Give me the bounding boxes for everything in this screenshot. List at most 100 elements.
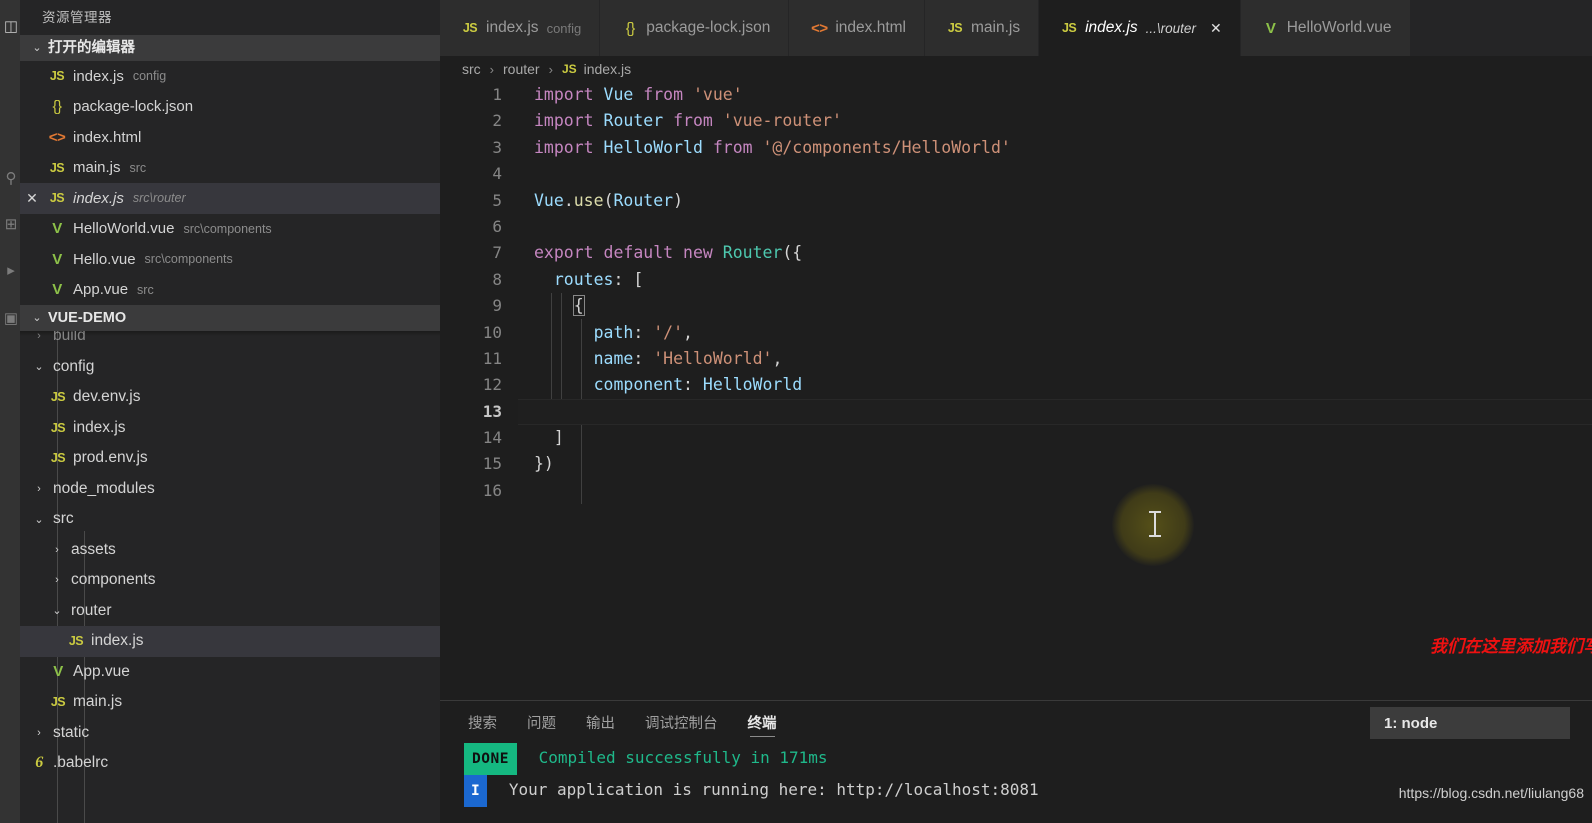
open-editor-name: package-lock.json — [73, 98, 194, 116]
json-file-icon: {} — [625, 19, 636, 37]
red-annotation-text: 我们在这里添加我们写的路由 — [1430, 637, 1592, 657]
tree-item-label: src — [53, 510, 74, 528]
tree-item-label: .babelrc — [53, 754, 109, 772]
js-file-icon: JS — [50, 420, 66, 435]
tab-desc: ...\router — [1145, 20, 1196, 36]
explorer-sidebar: 资源管理器 ⌄ 打开的编辑器 JS index.js config {} pac… — [20, 0, 440, 823]
source-control-icon[interactable]: ⊞ — [2, 216, 20, 234]
panel-tab-problems[interactable]: 问题 — [523, 701, 560, 743]
babel-file-icon: 6 — [35, 754, 43, 772]
open-editor-desc: src\components — [144, 252, 233, 267]
tree-item-src[interactable]: ⌄ src — [20, 504, 440, 535]
open-editor-name: index.html — [73, 128, 142, 146]
tree-item-router[interactable]: ⌄ router — [20, 596, 440, 627]
tab-label: package-lock.json — [646, 19, 771, 36]
open-editor-name: main.js — [73, 159, 121, 177]
line-content: routes: [ — [553, 269, 644, 289]
open-editor-item[interactable]: JS main.js src — [20, 153, 440, 184]
tree-item-router-index-js[interactable]: JS index.js — [20, 626, 440, 657]
open-editor-desc: src\router — [132, 191, 186, 206]
debug-icon[interactable]: ▸ — [2, 262, 20, 280]
tab-index-js-config[interactable]: JS index.js config — [440, 0, 601, 56]
code-line: 3 import HelloWorld from '@/components/H… — [440, 135, 1592, 161]
chevron-right-icon: › — [548, 61, 553, 77]
tab-label: main.js — [971, 19, 1021, 36]
html-file-icon: <> — [48, 128, 66, 146]
tab-index-js-router-active[interactable]: JS index.js ...\router ✕ — [1039, 0, 1241, 56]
project-header[interactable]: ⌄ VUE-DEMO — [20, 305, 440, 331]
files-icon[interactable]: ◫ — [2, 18, 20, 36]
js-file-icon: JS — [49, 69, 65, 84]
open-editor-item[interactable]: V Hello.vue src\components — [20, 244, 440, 275]
tree-item-label: components — [71, 571, 156, 589]
line-content — [518, 478, 534, 504]
tree-item-prod-env-js[interactable]: JS prod.env.js — [20, 443, 440, 474]
code-line: 15 }) — [440, 451, 1592, 477]
vue-file-icon: V — [1265, 19, 1276, 37]
breadcrumb-part-router[interactable]: router — [503, 61, 540, 77]
open-editors-header[interactable]: ⌄ 打开的编辑器 — [20, 35, 440, 61]
chevron-down-icon: ⌄ — [32, 312, 42, 324]
tab-package-lock-json[interactable]: {} package-lock.json — [600, 0, 790, 56]
open-editor-item-active[interactable]: ✕ JS index.js src\router — [20, 183, 440, 214]
tab-index-html[interactable]: <> index.html — [789, 0, 925, 56]
breadcrumb-part-src[interactable]: src — [462, 61, 481, 77]
line-number: 13 — [482, 401, 502, 421]
tree-item-app-vue[interactable]: V App.vue — [20, 657, 440, 688]
line-content — [518, 214, 534, 240]
js-file-icon: JS — [561, 62, 577, 76]
terminal-text: Compiled successfully in 171ms — [538, 748, 828, 767]
open-editor-item[interactable]: {} package-lock.json — [20, 92, 440, 123]
open-editor-name: index.js — [73, 67, 124, 85]
tree-item-components[interactable]: › components — [20, 565, 440, 596]
tree-item-config-index-js[interactable]: JS index.js — [20, 413, 440, 444]
code-line: 9 { — [440, 293, 1592, 319]
tree-item-node-modules[interactable]: › node_modules — [20, 474, 440, 505]
tree-item-main-js[interactable]: JS main.js — [20, 687, 440, 718]
tree-item-assets[interactable]: › assets — [20, 535, 440, 566]
tab-helloworld-vue[interactable]: V HelloWorld.vue — [1240, 0, 1411, 56]
js-file-icon: JS — [462, 21, 478, 35]
vue-file-icon: V — [53, 663, 63, 681]
breadcrumb-file[interactable]: index.js — [584, 61, 631, 77]
close-icon[interactable]: ✕ — [20, 190, 44, 207]
open-editor-item[interactable]: V HelloWorld.vue src\components — [20, 214, 440, 245]
line-content: import HelloWorld from '@/components/Hel… — [534, 137, 1011, 157]
terminal-instance-select[interactable]: 1: node — [1370, 707, 1570, 739]
chevron-right-icon: › — [489, 61, 495, 77]
line-number: 14 — [482, 428, 502, 448]
search-icon[interactable]: ⚲ — [2, 170, 20, 188]
tree-item-config[interactable]: ⌄ config — [20, 352, 440, 383]
open-editors-label: 打开的编辑器 — [48, 40, 135, 56]
close-icon[interactable]: ✕ — [1196, 20, 1222, 37]
open-editor-item[interactable]: <> index.html — [20, 122, 440, 153]
tree-item-babelrc[interactable]: 6 .babelrc — [20, 748, 440, 779]
open-editor-item[interactable]: V App.vue src — [20, 275, 440, 306]
tab-main-js[interactable]: JS main.js — [925, 0, 1040, 56]
panel-tab-output[interactable]: 输出 — [582, 701, 619, 743]
code-editor[interactable]: 1 import Vue from 'vue' 2 import Router … — [440, 82, 1592, 700]
panel-tab-debug-console[interactable]: 调试控制台 — [641, 701, 722, 743]
line-content — [518, 161, 534, 187]
extensions-icon[interactable]: ▣ — [2, 310, 20, 328]
activity-bar: ◫ ⚲ ⊞ ▸ ▣ — [0, 0, 20, 823]
line-number: 12 — [482, 375, 502, 395]
tree-item-dev-env-js[interactable]: JS dev.env.js — [20, 382, 440, 413]
tree-item-static[interactable]: › static — [20, 718, 440, 749]
panel-tab-terminal[interactable]: 终端 — [744, 701, 781, 743]
open-editor-item[interactable]: JS index.js config — [20, 61, 440, 92]
open-editor-desc: src — [137, 282, 154, 297]
file-tree: › build ⌄ config JS dev.env.js JS index.… — [20, 331, 440, 823]
chevron-down-icon: ⌄ — [34, 361, 44, 374]
bottom-panel: 搜索 问题 输出 调试控制台 终端 DONE Compiled successf… — [440, 700, 1592, 823]
js-file-icon: JS — [49, 160, 65, 175]
line-number: 4 — [492, 164, 502, 184]
js-file-icon: JS — [50, 451, 66, 466]
tree-item-build[interactable]: › build — [20, 331, 440, 352]
line-number: 6 — [492, 216, 502, 236]
panel-tab-search[interactable]: 搜索 — [464, 701, 501, 743]
terminal-output[interactable]: DONE Compiled successfully in 171ms I Yo… — [440, 743, 1592, 823]
line-content: Vue.use(Router) — [534, 190, 684, 210]
tree-item-label: index.js — [73, 418, 126, 436]
tree-item-label: config — [53, 357, 95, 375]
